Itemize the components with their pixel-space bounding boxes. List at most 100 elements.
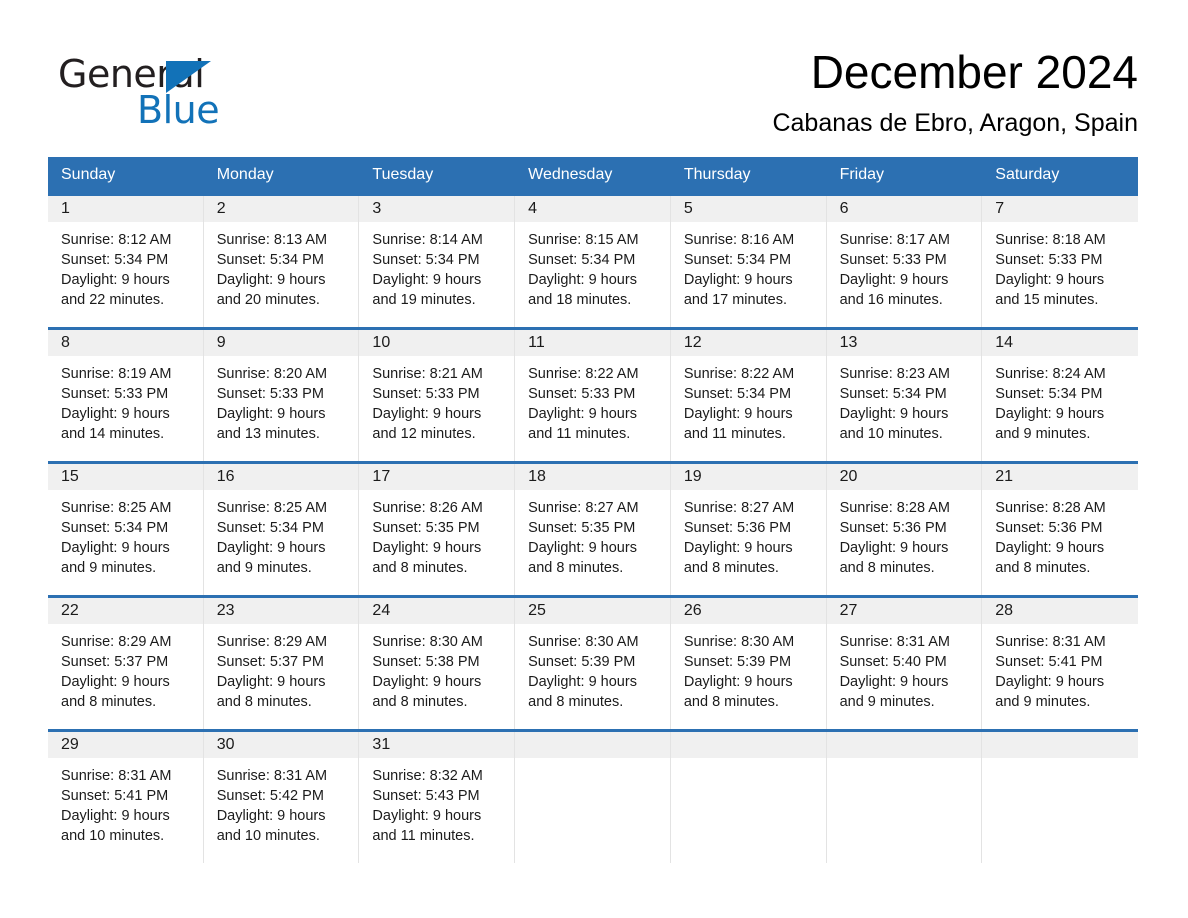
daylight-text-line2: and 10 minutes.: [61, 828, 165, 844]
day-details: Sunrise: 8:29 AM Sunset: 5:37 PM Daylight:…: [204, 624, 359, 712]
day-details: Sunrise: 8:30 AM Sunset: 5:39 PM Daylight:…: [515, 624, 670, 712]
sunrise-text: Sunrise: 8:25 AM: [216, 500, 328, 516]
calendar-grid: Sunday Monday Tuesday Wednesday Thursday…: [48, 157, 1138, 863]
day-details: Sunrise: 8:31 AM Sunset: 5:42 PM Daylight:…: [204, 758, 359, 846]
weekday-header-friday: Friday: [839, 166, 885, 183]
day-number: 11: [515, 330, 670, 356]
day-cell[interactable]: 12 Sunrise: 8:22 AM Sunset: 5:34 PM Dayligh…: [670, 330, 827, 461]
day-number: 16: [203, 464, 359, 490]
day-cell[interactable]: 4 Sunrise: 8:15 AM Sunset: 5:34 PM Daylight…: [515, 196, 671, 327]
day-cell[interactable]: 2 Sunrise: 8:13 AM Sunset: 5:34 PM Daylight…: [203, 196, 360, 327]
day-cell[interactable]: 23 Sunrise: 8:29 AM Sunset: 5:37 PM Dayligh…: [203, 598, 360, 729]
day-cell[interactable]: 25 Sunrise: 8:30 AM Sunset: 5:39 PM Dayligh…: [515, 598, 671, 729]
sunset-text: Sunset: 5:35 PM: [372, 520, 480, 536]
day-cell[interactable]: 27 Sunrise: 8:31 AM Sunset: 5:40 PM Dayligh…: [826, 598, 983, 729]
day-number: 12: [670, 330, 826, 356]
day-number: 10: [359, 330, 515, 356]
day-number: [515, 732, 670, 758]
daylight-text-line2: and 8 minutes.: [995, 560, 1091, 576]
day-cell[interactable]: 15 Sunrise: 8:25 AM Sunset: 5:34 PM Dayligh…: [48, 464, 204, 595]
day-details: Sunrise: 8:21 AM Sunset: 5:33 PM Daylight:…: [359, 356, 514, 444]
daylight-text-line2: and 11 minutes.: [372, 828, 475, 844]
day-cell[interactable]: 31 Sunrise: 8:32 AM Sunset: 5:43 PM Dayligh…: [359, 732, 516, 863]
daylight-text-line2: and 9 minutes.: [839, 694, 935, 710]
day-number: 7: [982, 196, 1138, 222]
day-cell[interactable]: 13 Sunrise: 8:23 AM Sunset: 5:34 PM Dayligh…: [826, 330, 983, 461]
sunrise-text: Sunrise: 8:13 AM: [216, 232, 328, 248]
day-cell[interactable]: 14 Sunrise: 8:24 AM Sunset: 5:34 PM Dayligh…: [982, 330, 1138, 461]
sunset-text: Sunset: 5:34 PM: [995, 386, 1103, 402]
weekday-header-thursday: Thursday: [683, 166, 751, 183]
day-cell[interactable]: 29 Sunrise: 8:31 AM Sunset: 5:41 PM Dayligh…: [48, 732, 204, 863]
calendar-week-row: 8 Sunrise: 8:19 AM Sunset: 5:33 PM Daylight…: [48, 327, 1138, 461]
daylight-text-line1: Daylight: 9 hours: [528, 540, 637, 556]
daylight-text-line2: and 8 minutes.: [683, 694, 779, 710]
daylight-text-line2: and 11 minutes.: [683, 426, 786, 442]
day-cell[interactable]: 18 Sunrise: 8:27 AM Sunset: 5:35 PM Dayligh…: [515, 464, 671, 595]
day-details: Sunrise: 8:22 AM Sunset: 5:33 PM Daylight:…: [515, 356, 670, 444]
day-cell[interactable]: 30 Sunrise: 8:31 AM Sunset: 5:42 PM Dayligh…: [203, 732, 360, 863]
daylight-text-line1: Daylight: 9 hours: [216, 808, 326, 824]
day-cell[interactable]: 26 Sunrise: 8:30 AM Sunset: 5:39 PM Dayligh…: [670, 598, 827, 729]
sunrise-text: Sunrise: 8:21 AM: [372, 366, 483, 382]
day-cell-empty: [826, 732, 983, 863]
day-details: Sunrise: 8:15 AM Sunset: 5:34 PM Daylight:…: [515, 222, 670, 310]
day-cell[interactable]: 9 Sunrise: 8:20 AM Sunset: 5:33 PM Daylight…: [203, 330, 360, 461]
day-details: Sunrise: 8:25 AM Sunset: 5:34 PM Daylight:…: [204, 490, 359, 578]
daylight-text-line1: Daylight: 9 hours: [61, 406, 170, 422]
day-cell[interactable]: 16 Sunrise: 8:25 AM Sunset: 5:34 PM Dayligh…: [203, 464, 360, 595]
sunset-text: Sunset: 5:33 PM: [372, 386, 480, 402]
day-number: 24: [359, 598, 515, 624]
daylight-text-line2: and 8 minutes.: [372, 694, 468, 710]
day-number: 2: [203, 196, 359, 222]
day-number: 29: [48, 732, 203, 758]
day-number: 28: [982, 598, 1138, 624]
weekday-header-row: Sunday Monday Tuesday Wednesday Thursday…: [48, 157, 1138, 193]
day-cell[interactable]: 7 Sunrise: 8:18 AM Sunset: 5:33 PM Daylight…: [982, 196, 1138, 327]
day-details: [982, 758, 1138, 766]
day-cell[interactable]: 6 Sunrise: 8:17 AM Sunset: 5:33 PM Daylight…: [826, 196, 983, 327]
day-cell[interactable]: 24 Sunrise: 8:30 AM Sunset: 5:38 PM Dayligh…: [359, 598, 516, 729]
sunrise-text: Sunrise: 8:19 AM: [61, 366, 172, 382]
day-cell[interactable]: 1 Sunrise: 8:12 AM Sunset: 5:34 PM Daylight…: [48, 196, 204, 327]
daylight-text-line1: Daylight: 9 hours: [372, 674, 482, 690]
day-cell[interactable]: 22 Sunrise: 8:29 AM Sunset: 5:37 PM Dayligh…: [48, 598, 204, 729]
day-cell[interactable]: 17 Sunrise: 8:26 AM Sunset: 5:35 PM Dayligh…: [359, 464, 516, 595]
day-cell[interactable]: 5 Sunrise: 8:16 AM Sunset: 5:34 PM Daylight…: [670, 196, 827, 327]
day-cell-empty: [670, 732, 827, 863]
day-cell[interactable]: 8 Sunrise: 8:19 AM Sunset: 5:33 PM Daylight…: [48, 330, 204, 461]
daylight-text-line2: and 10 minutes.: [839, 426, 943, 442]
daylight-text-line1: Daylight: 9 hours: [683, 674, 793, 690]
sunset-text: Sunset: 5:34 PM: [216, 252, 324, 268]
sunrise-text: Sunrise: 8:29 AM: [61, 634, 172, 650]
day-details: Sunrise: 8:28 AM Sunset: 5:36 PM Daylight:…: [827, 490, 982, 578]
day-cell[interactable]: 21 Sunrise: 8:28 AM Sunset: 5:36 PM Dayligh…: [982, 464, 1138, 595]
day-details: Sunrise: 8:25 AM Sunset: 5:34 PM Daylight:…: [48, 490, 203, 578]
day-details: Sunrise: 8:27 AM Sunset: 5:36 PM Daylight:…: [671, 490, 826, 578]
sunset-text: Sunset: 5:37 PM: [61, 654, 169, 670]
weekday-header-monday: Monday: [216, 166, 274, 183]
daylight-text-line2: and 9 minutes.: [61, 560, 157, 576]
day-details: [827, 758, 982, 766]
day-cell[interactable]: 20 Sunrise: 8:28 AM Sunset: 5:36 PM Dayligh…: [826, 464, 983, 595]
day-cell[interactable]: 10 Sunrise: 8:21 AM Sunset: 5:33 PM Dayligh…: [359, 330, 516, 461]
day-cell[interactable]: 11 Sunrise: 8:22 AM Sunset: 5:33 PM Dayligh…: [515, 330, 671, 461]
sunrise-text: Sunrise: 8:20 AM: [216, 366, 328, 382]
sunrise-text: Sunrise: 8:27 AM: [683, 500, 795, 516]
daylight-text-line2: and 9 minutes.: [995, 694, 1091, 710]
daylight-text-line1: Daylight: 9 hours: [839, 406, 949, 422]
day-cell[interactable]: 28 Sunrise: 8:31 AM Sunset: 5:41 PM Dayligh…: [982, 598, 1138, 729]
day-cell[interactable]: 3 Sunrise: 8:14 AM Sunset: 5:34 PM Daylight…: [359, 196, 516, 327]
day-details: Sunrise: 8:19 AM Sunset: 5:33 PM Daylight:…: [48, 356, 203, 444]
daylight-text-line2: and 8 minutes.: [839, 560, 935, 576]
sunrise-text: Sunrise: 8:12 AM: [61, 232, 172, 248]
daylight-text-line2: and 8 minutes.: [528, 560, 624, 576]
sunset-text: Sunset: 5:35 PM: [528, 520, 636, 536]
day-cell[interactable]: 19 Sunrise: 8:27 AM Sunset: 5:36 PM Dayligh…: [670, 464, 827, 595]
sunrise-text: Sunrise: 8:24 AM: [995, 366, 1106, 382]
generalblue-logo[interactable]: General Blue: [58, 52, 358, 142]
daylight-text-line1: Daylight: 9 hours: [372, 540, 482, 556]
daylight-text-line1: Daylight: 9 hours: [528, 674, 637, 690]
daylight-text-line1: Daylight: 9 hours: [372, 272, 482, 288]
day-number: 27: [826, 598, 982, 624]
